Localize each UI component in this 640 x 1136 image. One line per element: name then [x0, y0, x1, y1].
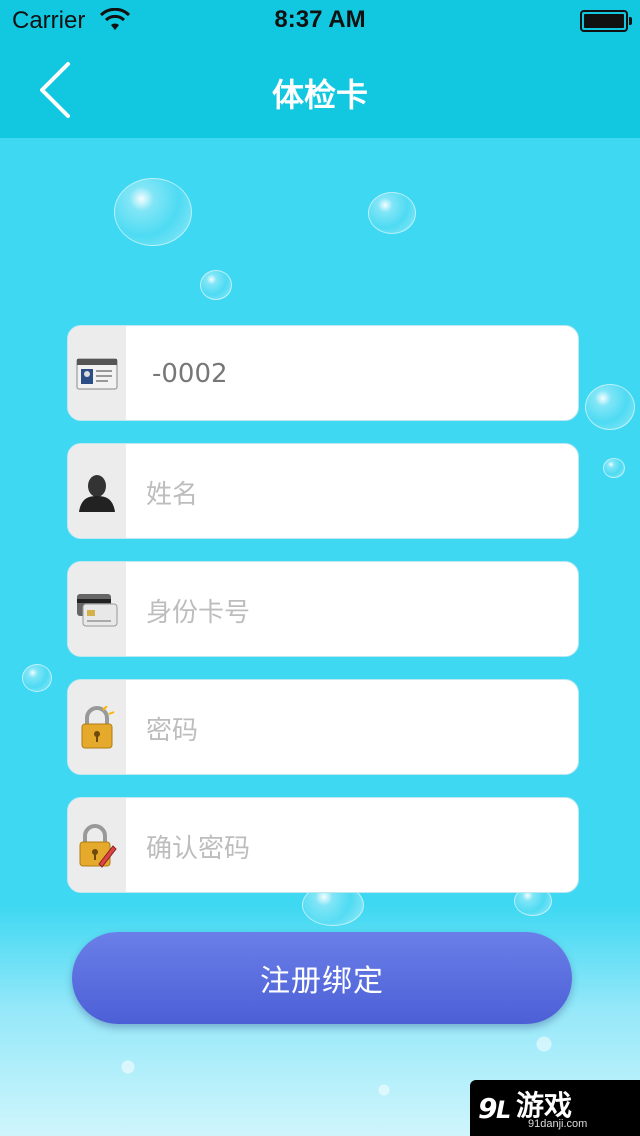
card-number-value: -0002 [152, 359, 228, 389]
svg-text:9: 9 [478, 1092, 497, 1124]
id-card-input[interactable]: 身份卡号 [146, 562, 568, 656]
91-logo-icon: 9 L [478, 1092, 511, 1124]
padlock-icon [68, 680, 126, 774]
user-silhouette-icon [68, 444, 126, 538]
bubble-decoration [200, 270, 232, 300]
svg-text:L: L [496, 1096, 511, 1124]
password-field[interactable]: 密码 [67, 679, 579, 775]
navigation-bar: 体检卡 [0, 40, 640, 138]
page-title: 体检卡 [271, 76, 368, 114]
id-card-field[interactable]: 身份卡号 [67, 561, 579, 657]
bubble-decoration [603, 458, 625, 478]
register-bind-button[interactable]: 注册绑定 [72, 932, 572, 1024]
clock: 8:37 AM [274, 6, 366, 33]
id-card-icon [68, 326, 126, 420]
credit-card-icon [68, 562, 126, 656]
bubble-decoration [114, 178, 192, 246]
bubble-decoration [368, 192, 416, 234]
status-bar: Carrier 8:37 AM [0, 0, 640, 40]
bubble-decoration [585, 384, 635, 430]
battery-icon [580, 10, 632, 32]
name-input[interactable]: 姓名 [146, 444, 568, 538]
watermark-site: 91danji.com [528, 1118, 588, 1130]
confirm-password-input[interactable]: 确认密码 [146, 798, 568, 892]
password-input[interactable]: 密码 [146, 680, 568, 774]
card-number-field[interactable]: -0002 [67, 325, 579, 421]
bubble-decoration [22, 664, 52, 692]
padlock-pen-icon [68, 798, 126, 892]
confirm-password-field[interactable]: 确认密码 [67, 797, 579, 893]
watermark: 9 L 游戏 91danji.com [470, 1080, 640, 1136]
name-field[interactable]: 姓名 [67, 443, 579, 539]
